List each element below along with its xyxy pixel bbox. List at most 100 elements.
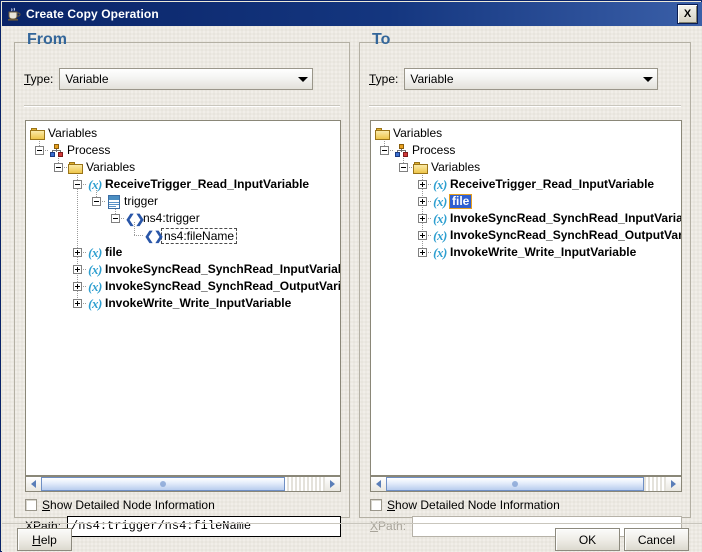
tree-node[interactable]: Variables <box>413 159 480 176</box>
to-scroll-track[interactable] <box>386 477 666 491</box>
process-icon <box>49 143 65 159</box>
tree-node-label: InvokeWrite_Write_InputVariable <box>450 245 637 259</box>
folder-icon <box>413 160 429 176</box>
tree-node-label: ReceiveTrigger_Read_InputVariable <box>105 177 310 191</box>
tree-node[interactable]: (x) ReceiveTrigger_Read_InputVariable <box>432 176 654 193</box>
tree-node-label: ReceiveTrigger_Read_InputVariable <box>450 177 655 191</box>
cancel-button[interactable]: Cancel <box>624 528 689 551</box>
tree-node[interactable]: (x) InvokeWrite_Write_InputVariable <box>87 295 291 312</box>
tree-node[interactable]: (x) InvokeSyncRead_SynchRead_InputVariabl… <box>432 210 681 227</box>
from-tree-hscrollbar[interactable] <box>25 476 341 492</box>
variable-icon: (x) <box>88 244 102 260</box>
variable-icon: (x) <box>88 176 102 192</box>
tree-node-label: InvokeSyncRead_SynchRead_InputVariable <box>450 211 681 225</box>
tree-node[interactable]: ❮❯ ns4:trigger <box>125 210 200 227</box>
tree-expander-plus-icon[interactable] <box>73 248 82 257</box>
tree-node[interactable]: (x)InvokeSyncRead_SynchRead_OutputVariab… <box>432 227 681 244</box>
from-variables-tree[interactable]: Variables Process Variables (x) ReceiveTrigg… <box>25 120 341 476</box>
tree-expander-minus-icon[interactable] <box>380 146 389 155</box>
tree-node-label: Variables <box>393 126 443 140</box>
from-separator <box>24 105 340 107</box>
tree-node[interactable]: (x) file <box>432 193 473 210</box>
tree-node[interactable]: (x)InvokeSyncRead_SynchRead_OutputVariab… <box>87 278 340 295</box>
scroll-right-icon[interactable] <box>666 477 681 491</box>
tree-node[interactable]: ❮❯ ns4:fileName <box>144 227 238 244</box>
scroll-left-icon[interactable] <box>26 477 41 491</box>
from-show-detailed-node-info-checkbox[interactable] <box>25 499 37 511</box>
variable-icon: (x) <box>433 227 447 243</box>
tree-expander-plus-icon[interactable] <box>418 197 427 206</box>
java-coffee-cup-icon <box>6 6 22 22</box>
to-show-detailed-node-info-row[interactable]: Show Detailed Node Information <box>370 497 560 513</box>
scroll-right-icon[interactable] <box>325 477 340 491</box>
tree-expander-plus-icon[interactable] <box>73 299 82 308</box>
tree-expander-plus-icon[interactable] <box>418 231 427 240</box>
dialog-button-bar: Help OK Cancel <box>2 523 702 552</box>
from-panel-title: From <box>27 31 67 48</box>
tree-expander-plus-icon[interactable] <box>418 248 427 257</box>
to-tree-canvas: Variables Process Variables (x) ReceiveTrigg… <box>371 121 681 475</box>
from-scroll-thumb[interactable] <box>41 477 286 491</box>
variable-icon: (x) <box>433 244 447 260</box>
tree-expander-minus-icon[interactable] <box>399 163 408 172</box>
tree-node[interactable]: (x) InvokeSyncRead_SynchRead_InputVariabl… <box>87 261 340 278</box>
tree-node-label: Variables <box>48 126 98 140</box>
tree-expander-minus-icon[interactable] <box>111 214 120 223</box>
variable-icon: (x) <box>433 210 447 226</box>
tree-node[interactable]: Process <box>394 142 455 159</box>
tree-node-label: Process <box>67 143 111 157</box>
tree-expander-minus-icon[interactable] <box>73 180 82 189</box>
from-show-detailed-node-info-label: Show Detailed Node Information <box>42 498 215 512</box>
ok-button[interactable]: OK <box>555 528 620 551</box>
help-button[interactable]: Help <box>17 528 72 551</box>
from-tree-canvas: Variables Process Variables (x) ReceiveTrigg… <box>26 121 340 475</box>
tree-node-label: file <box>105 245 123 259</box>
variable-icon: (x) <box>88 295 102 311</box>
to-tree-hscrollbar[interactable] <box>370 476 682 492</box>
tree-node[interactable]: Variables <box>68 159 135 176</box>
tree-node-label: Process <box>412 143 456 157</box>
dialog-content: From Type: Variable Variables Process Vari… <box>2 26 702 552</box>
from-panel: From Type: Variable Variables Process Vari… <box>14 31 350 537</box>
tree-node-label: InvokeWrite_Write_InputVariable <box>105 296 292 310</box>
to-show-detailed-node-info-checkbox[interactable] <box>370 499 382 511</box>
variable-icon: (x) <box>88 261 102 277</box>
tree-node[interactable]: (x) ReceiveTrigger_Read_InputVariable <box>87 176 309 193</box>
from-scroll-track[interactable] <box>41 477 325 491</box>
to-type-value: Variable <box>410 72 454 86</box>
element-icon: ❮❯ <box>144 228 165 243</box>
close-icon[interactable]: X <box>677 4 698 24</box>
tree-expander-plus-icon[interactable] <box>73 265 82 274</box>
to-scroll-thumb[interactable] <box>386 477 644 491</box>
tree-node-label: Variables <box>431 160 481 174</box>
from-type-select[interactable]: Variable <box>59 68 314 90</box>
tree-node[interactable]: Process <box>49 142 110 159</box>
tree-node-label: Variables <box>86 160 136 174</box>
from-type-label: Type: <box>24 72 54 86</box>
tree-node[interactable]: Variables <box>30 125 97 142</box>
tree-node[interactable]: Variables <box>375 125 442 142</box>
tree-expander-plus-icon[interactable] <box>418 180 427 189</box>
tree-expander-plus-icon[interactable] <box>73 282 82 291</box>
tree-expander-minus-icon[interactable] <box>54 163 63 172</box>
tree-node[interactable]: (x) file <box>87 244 122 261</box>
to-separator <box>369 105 681 107</box>
tree-node[interactable]: trigger <box>106 193 158 210</box>
message-icon <box>106 194 122 210</box>
chevron-down-icon <box>639 69 657 89</box>
tree-expander-minus-icon[interactable] <box>92 197 101 206</box>
from-show-detailed-node-info-row[interactable]: Show Detailed Node Information <box>25 497 215 513</box>
to-type-row: Type: Variable <box>369 68 659 90</box>
tree-node-label: file <box>449 194 473 209</box>
to-type-select[interactable]: Variable <box>404 68 659 90</box>
folder-icon <box>375 126 391 142</box>
folder-icon <box>30 126 46 142</box>
tree-node-label: trigger <box>124 194 159 208</box>
variable-icon: (x) <box>433 193 447 209</box>
tree-expander-plus-icon[interactable] <box>418 214 427 223</box>
scroll-left-icon[interactable] <box>371 477 386 491</box>
tree-node[interactable]: (x) InvokeWrite_Write_InputVariable <box>432 244 636 261</box>
tree-node-label: InvokeSyncRead_SynchRead_OutputVariable <box>105 279 340 293</box>
tree-expander-minus-icon[interactable] <box>35 146 44 155</box>
to-variables-tree[interactable]: Variables Process Variables (x) ReceiveTrigg… <box>370 120 682 476</box>
